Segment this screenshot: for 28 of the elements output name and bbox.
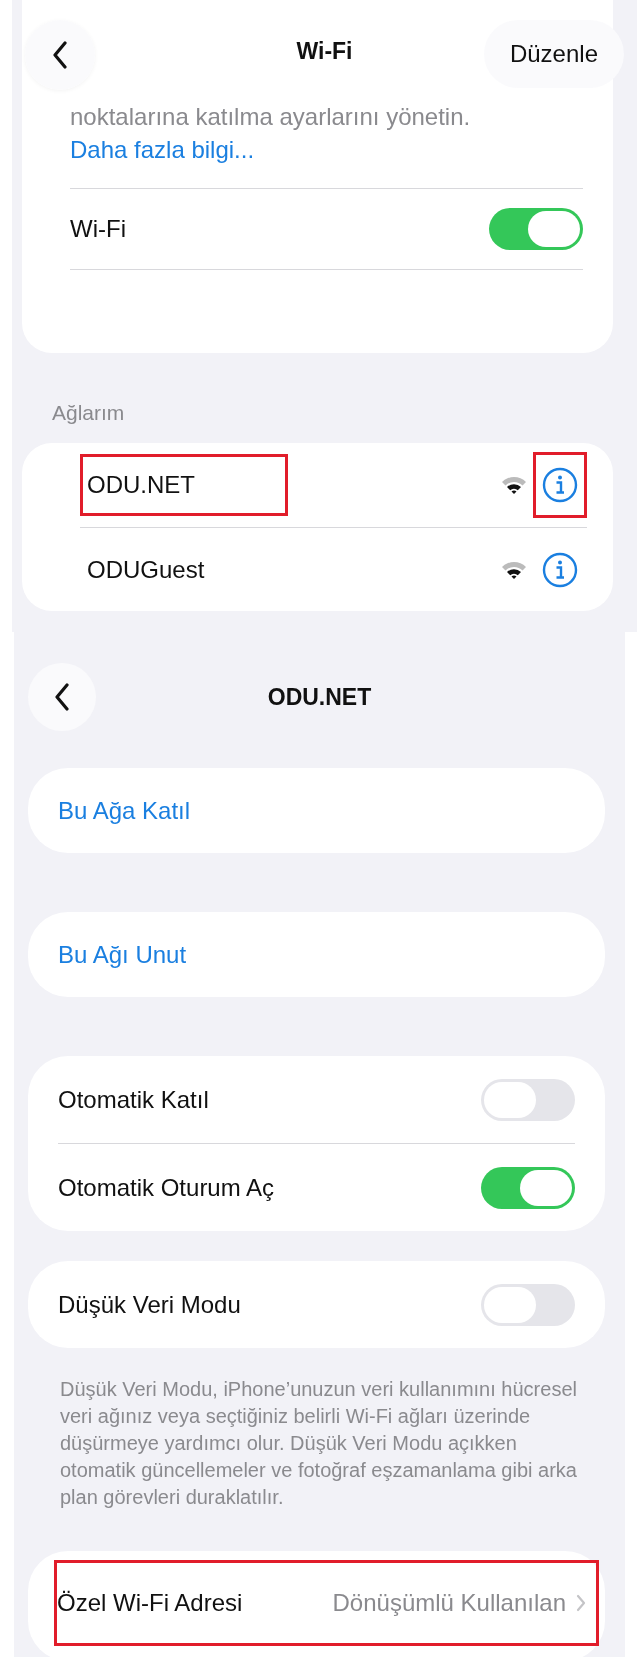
setting-label[interactable]: Özel Wi-Fi Adresi	[57, 1589, 243, 1617]
info-icon[interactable]	[542, 467, 578, 503]
wifi-signal-icon	[501, 475, 527, 495]
info-icon[interactable]	[542, 551, 578, 588]
chevron-right-icon	[576, 1594, 586, 1612]
nav-title: Wi-Fi	[296, 38, 353, 65]
network-name[interactable]: ODU.NET	[87, 471, 195, 498]
nav-title: ODU.NET	[267, 683, 372, 711]
back-chevron-icon	[52, 41, 68, 69]
more-info-link[interactable]: Daha fazla bilgi...	[70, 133, 255, 166]
wifi-label: Wi-Fi	[70, 215, 126, 243]
setting-label: Düşük Veri Modu	[58, 1290, 241, 1319]
action-button[interactable]: Bu Ağa Katıl	[28, 768, 605, 853]
network-name[interactable]: ODUGuest	[87, 555, 205, 583]
setting-label: Otomatik Oturum Aç	[58, 1173, 275, 1202]
section-header: Ağlarım	[51, 400, 126, 426]
footer-note: Düşük Veri Modu, iPhone’unuzun veri kullanımını hücresel veri ağınız veya seçtiğiniz belirli Wi-Fi ağları üzerinde düşürmeye yardımcı olur. Düşük Veri Modu açıkken otomatik güncellemeler ve fotoğraf eşzamanlama gibi arka plan görevleri duraklatılır.	[59, 1377, 578, 1510]
wifi-signal-icon	[501, 559, 527, 580]
toggle-switch[interactable]	[481, 1078, 575, 1121]
edit-button[interactable]: Düzenle	[483, 20, 624, 88]
toggle-switch[interactable]	[481, 1166, 575, 1209]
description-text: noktalarına katılma ayarlarını yönetin.	[70, 102, 472, 132]
back-chevron-icon	[54, 683, 70, 711]
toggle-switch[interactable]	[481, 1283, 575, 1326]
setting-label: Otomatik Katıl	[58, 1085, 209, 1114]
setting-value: Dönüşümlü Kullanılan	[332, 1589, 566, 1617]
toggle-switch[interactable]	[489, 208, 583, 250]
action-button[interactable]: Bu Ağı Unut	[28, 912, 605, 997]
